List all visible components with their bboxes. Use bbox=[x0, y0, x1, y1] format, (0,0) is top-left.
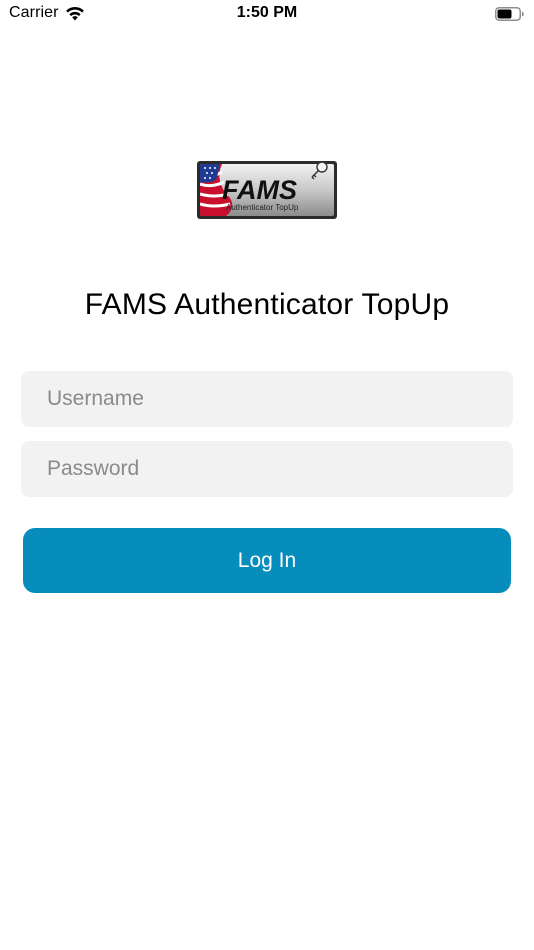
status-bar: Carrier 1:50 PM bbox=[0, 0, 534, 30]
logo-wordmark: FAMS bbox=[222, 175, 297, 205]
battery-icon bbox=[495, 7, 524, 21]
logo-tagline: Authenticator TopUp bbox=[226, 203, 299, 212]
fams-logo: FAMS Authenticator TopUp bbox=[197, 161, 337, 219]
clock: 1:50 PM bbox=[236, 4, 298, 21]
password-input[interactable] bbox=[21, 441, 513, 497]
login-button[interactable]: Log In bbox=[23, 528, 511, 593]
app-title: FAMS Authenticator TopUp bbox=[84, 288, 450, 321]
username-input[interactable] bbox=[21, 371, 513, 427]
